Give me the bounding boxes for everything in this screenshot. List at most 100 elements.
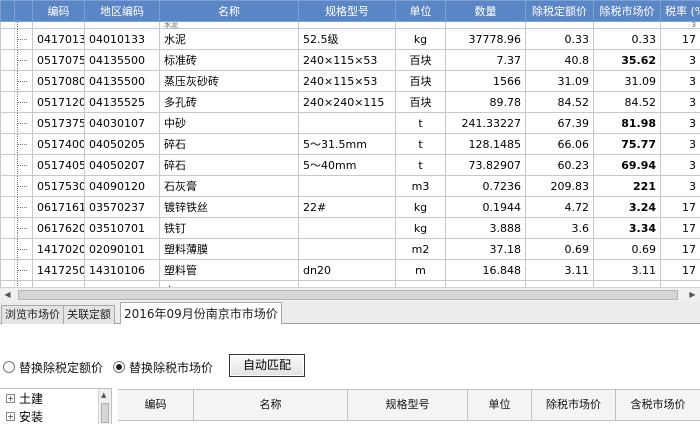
cell-name[interactable]: 碎石	[159, 154, 299, 176]
cell-market[interactable]: 0.33	[593, 28, 661, 50]
col-header-quota-price[interactable]: 除税定额价	[525, 0, 594, 22]
cell-market[interactable]: 31.09	[593, 70, 661, 92]
cell-unit[interactable]: kg	[395, 28, 446, 50]
cell-market[interactable]: 84.52	[593, 91, 661, 113]
cell-qty[interactable]: 128.1485	[445, 133, 526, 155]
table-row[interactable]: 0517400 04050205 碎石 5～31.5mm t 128.1485 66.06 7…	[0, 133, 700, 155]
tab-related-quota[interactable]: 关联定额	[63, 305, 115, 324]
cell-name[interactable]: 中砂	[159, 112, 299, 134]
table-row[interactable]: 0617620 03510701 铁钉 kg 3.888 3.6 3.34 17	[0, 217, 700, 239]
cell-code[interactable]: 0517530	[32, 175, 85, 197]
cell-spec[interactable]: dn20	[298, 259, 396, 281]
table-row[interactable]: 0517080 04135500 蒸压灰砂砖 240×115×53 百块 1566 31.0…	[0, 70, 700, 92]
cell-quota[interactable]: 0.69	[525, 238, 594, 260]
cell-tax[interactable]: 3	[660, 91, 700, 113]
cell-spec[interactable]: 5～31.5mm	[298, 133, 396, 155]
cell-qty[interactable]: 3.888	[445, 217, 526, 239]
cell-code[interactable]: 1417250	[32, 259, 85, 281]
cell-market[interactable]: 3.34	[593, 217, 661, 239]
cell-market[interactable]: 0.69	[593, 238, 661, 260]
cell-spec[interactable]	[298, 112, 396, 134]
cell-spec[interactable]: 22#	[298, 196, 396, 218]
cell-unit[interactable]: t	[395, 154, 446, 176]
cell-market[interactable]: 3.24	[593, 196, 661, 218]
scrollbar-thumb[interactable]	[18, 290, 678, 300]
col-header-spec[interactable]: 规格型号	[348, 390, 468, 421]
cell-code[interactable]: 0517120	[32, 91, 85, 113]
radio-replace-quota-price[interactable]: 替换除税定额价	[3, 360, 103, 375]
cell-name[interactable]: 塑料薄膜	[159, 238, 299, 260]
cell-qty[interactable]: 89.78	[445, 91, 526, 113]
cell-tax[interactable]: 3	[660, 133, 700, 155]
cell-spec[interactable]: 240×115×53	[298, 49, 396, 71]
table-row[interactable]: 0617161 03570237 镀锌铁丝 22# kg 0.1944 4.72 3.24 17	[0, 196, 700, 218]
col-header-name[interactable]: 名称	[194, 390, 348, 421]
cell-quota[interactable]: 40.8	[525, 49, 594, 71]
col-header-unit[interactable]: 单位	[395, 0, 446, 22]
radio-circle-icon[interactable]	[3, 361, 15, 373]
cell-qty[interactable]: 73.82907	[445, 154, 526, 176]
cell-code[interactable]: 0517405	[32, 154, 85, 176]
cell-spec[interactable]	[298, 175, 396, 197]
cell-unit[interactable]: 百块	[395, 91, 446, 113]
cell-name[interactable]: 水泥	[159, 28, 299, 50]
cell-area[interactable]: 04010133	[84, 28, 160, 50]
cell-code[interactable]: 1417020	[32, 238, 85, 260]
table-row[interactable]: 0517530 04090120 石灰膏 m3 0.7236 209.83 221 3	[0, 175, 700, 197]
cell-market[interactable]: 35.62	[593, 49, 661, 71]
cell-spec[interactable]: 240×240×115	[298, 91, 396, 113]
cell-tax[interactable]: 3	[660, 49, 700, 71]
col-header-tax-incl-price[interactable]: 含税市场价	[616, 390, 700, 421]
tab-nanjing-market-price[interactable]: 2016年09月份南京市市场价	[120, 302, 282, 325]
table-row[interactable]: 0417013 04010133 水泥 52.5级 kg 37778.96 0.33 0.33…	[0, 28, 700, 50]
table-row-partial[interactable]: 水泥 3	[0, 21, 700, 29]
cell-area[interactable]: 03570237	[84, 196, 160, 218]
cell-unit[interactable]: 百块	[395, 49, 446, 71]
cell-unit[interactable]: m3	[395, 175, 446, 197]
col-header-name[interactable]: 名称	[159, 0, 299, 22]
scroll-up-icon[interactable]: ▲	[101, 391, 106, 399]
cell-unit[interactable]: kg	[395, 196, 446, 218]
auto-match-button[interactable]: 自动匹配	[229, 354, 305, 377]
cell-area[interactable]: 04050207	[84, 154, 160, 176]
col-header-market-price[interactable]: 除税市场价	[532, 390, 616, 421]
cell-qty[interactable]: 1566	[445, 70, 526, 92]
col-header-qty[interactable]: 数量	[445, 0, 526, 22]
col-header-code[interactable]: 编码	[32, 0, 85, 22]
cell-area[interactable]: 04135500	[84, 70, 160, 92]
cell-quota[interactable]: 3.11	[525, 259, 594, 281]
cell-quota[interactable]: 84.52	[525, 91, 594, 113]
table-row[interactable]: 0517405 04050207 碎石 5～40mm t 73.82907 60.23 69.…	[0, 154, 700, 176]
cell-qty[interactable]: 7.37	[445, 49, 526, 71]
cell-unit[interactable]: kg	[395, 217, 446, 239]
col-header-market-price[interactable]: 除税市场价	[593, 0, 661, 22]
cell-code[interactable]: 0517080	[32, 70, 85, 92]
cell-area[interactable]: 04135500	[84, 49, 160, 71]
col-header-tax-rate[interactable]: 税率 (%)	[660, 0, 700, 22]
cell-spec[interactable]: 52.5级	[298, 28, 396, 50]
cell-market[interactable]: 75.77	[593, 133, 661, 155]
cell-code[interactable]: 0517375	[32, 112, 85, 134]
cell-code[interactable]: 0617161	[32, 196, 85, 218]
horizontal-scrollbar[interactable]: ◀ ▶	[0, 287, 700, 302]
cell-unit[interactable]: t	[395, 112, 446, 134]
cell-tax[interactable]: 3	[660, 70, 700, 92]
cell-area[interactable]: 04050205	[84, 133, 160, 155]
cell-market[interactable]: 3.11	[593, 259, 661, 281]
cell-spec[interactable]	[298, 217, 396, 239]
cell-quota[interactable]: 67.39	[525, 112, 594, 134]
cell-qty[interactable]: 37778.96	[445, 28, 526, 50]
table-row[interactable]: 0517375 04030107 中砂 t 241.33227 67.39 81.98 3	[0, 112, 700, 134]
scroll-right-icon[interactable]: ▶	[685, 288, 700, 302]
cell-qty[interactable]: 241.33227	[445, 112, 526, 134]
cell-area[interactable]: 02090101	[84, 238, 160, 260]
cell-area[interactable]: 04135525	[84, 91, 160, 113]
cell-unit[interactable]: t	[395, 133, 446, 155]
cell-quota[interactable]: 60.23	[525, 154, 594, 176]
cell-quota[interactable]: 0.33	[525, 28, 594, 50]
cell-qty[interactable]: 0.7236	[445, 175, 526, 197]
cell-unit[interactable]: m	[395, 259, 446, 281]
cell-name[interactable]: 蒸压灰砂砖	[159, 70, 299, 92]
cell-market[interactable]: 69.94	[593, 154, 661, 176]
cell-area[interactable]: 04090120	[84, 175, 160, 197]
